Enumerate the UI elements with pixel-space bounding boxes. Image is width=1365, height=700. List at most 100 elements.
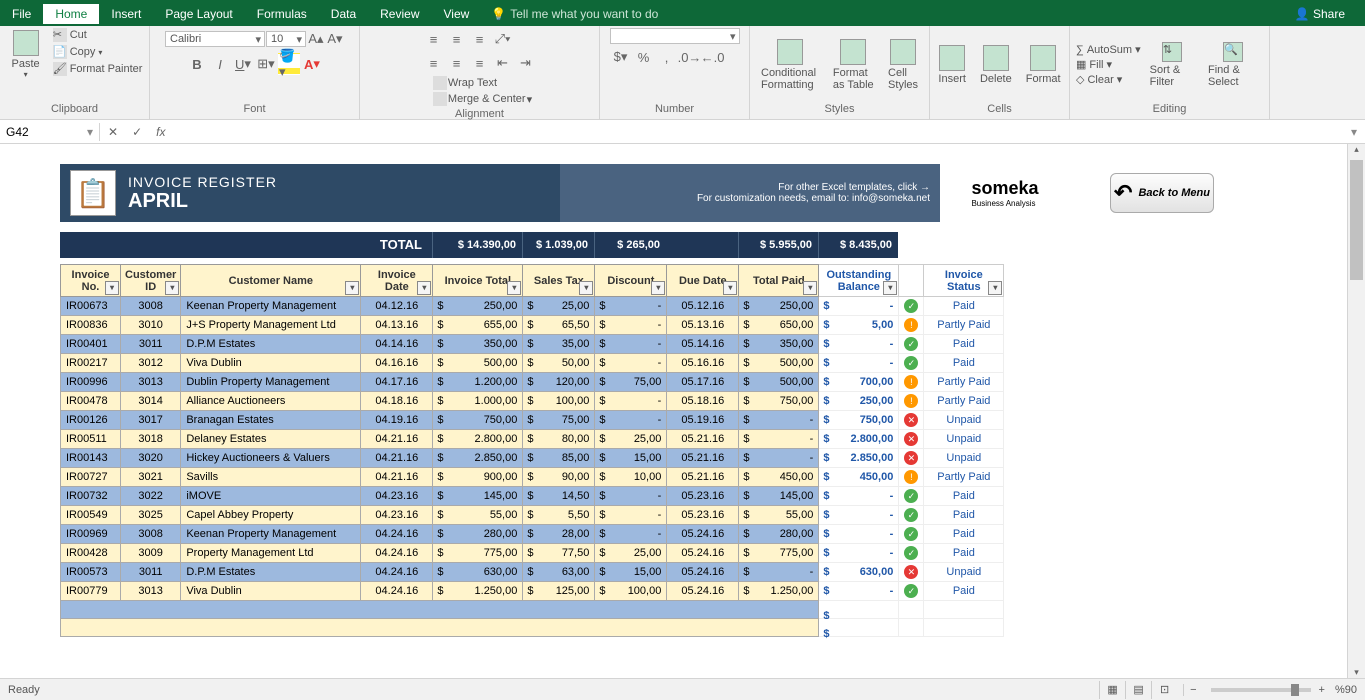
- cell-customer-id[interactable]: 3022: [121, 487, 181, 506]
- cell-invoice-date[interactable]: 04.14.16: [361, 335, 433, 354]
- cell-invoice-status[interactable]: Paid: [924, 354, 1004, 373]
- cell-total-paid[interactable]: 55,00: [739, 506, 819, 525]
- cell-sales-tax[interactable]: 120,00: [523, 373, 595, 392]
- cell-customer-name[interactable]: J+S Property Management Ltd: [181, 316, 361, 335]
- align-left[interactable]: ≡: [423, 52, 445, 74]
- cell-sales-tax[interactable]: 63,00: [523, 563, 595, 582]
- cell-invoice-date[interactable]: 04.16.16: [361, 354, 433, 373]
- cell-invoice-no[interactable]: IR00126: [61, 411, 121, 430]
- increase-font-button[interactable]: A▴: [307, 28, 325, 50]
- bold-button[interactable]: B: [186, 53, 208, 75]
- merge-center-button[interactable]: Merge & Center▾: [433, 92, 532, 106]
- cell-invoice-date[interactable]: 04.21.16: [361, 468, 433, 487]
- cell-invoice-total[interactable]: 1.200,00: [433, 373, 523, 392]
- formula-input[interactable]: [175, 125, 1339, 139]
- cell-invoice-status[interactable]: Partly Paid: [924, 316, 1004, 335]
- cell-invoice-total[interactable]: 1.250,00: [433, 582, 523, 601]
- cell-total-paid[interactable]: 280,00: [739, 525, 819, 544]
- cell-outstanding-balance[interactable]: 2.800,00: [819, 430, 899, 449]
- cell-customer-name[interactable]: D.P.M Estates: [181, 563, 361, 582]
- cell-due-date[interactable]: 05.21.16: [667, 449, 739, 468]
- cell-customer-id[interactable]: 3021: [121, 468, 181, 487]
- cell-discount[interactable]: -: [595, 487, 667, 506]
- name-box[interactable]: G42▾: [0, 123, 100, 141]
- cell-invoice-total[interactable]: 350,00: [433, 335, 523, 354]
- cell-customer-id[interactable]: 3008: [121, 525, 181, 544]
- format-as-table-button[interactable]: Format as Table: [828, 37, 879, 93]
- cell-total-paid[interactable]: 750,00: [739, 392, 819, 411]
- table-row[interactable]: IR009963013Dublin Property Management04.…: [61, 373, 1004, 392]
- filter-icon[interactable]: ▾: [417, 281, 431, 295]
- cell-invoice-no[interactable]: IR00969: [61, 525, 121, 544]
- cell-customer-name[interactable]: Viva Dublin: [181, 582, 361, 601]
- cell-invoice-date[interactable]: 04.24.16: [361, 525, 433, 544]
- cell-total-paid[interactable]: 500,00: [739, 373, 819, 392]
- cell-customer-name[interactable]: Keenan Property Management: [181, 525, 361, 544]
- find-select-button[interactable]: 🔍Find & Select: [1203, 40, 1263, 90]
- table-row[interactable]: IR001263017Branagan Estates04.19.16750,0…: [61, 411, 1004, 430]
- cell-sales-tax[interactable]: 5,50: [523, 506, 595, 525]
- cell-discount[interactable]: 75,00: [595, 373, 667, 392]
- font-size-select[interactable]: 10: [266, 31, 306, 47]
- cell-invoice-total[interactable]: 145,00: [433, 487, 523, 506]
- cell-total-paid[interactable]: 775,00: [739, 544, 819, 563]
- cell-total-paid[interactable]: 650,00: [739, 316, 819, 335]
- font-color-button[interactable]: A▾: [301, 53, 323, 75]
- header-date[interactable]: Invoice Date▾: [361, 265, 433, 297]
- cell-invoice-status[interactable]: Unpaid: [924, 411, 1004, 430]
- menu-formulas[interactable]: Formulas: [245, 4, 319, 24]
- cell-invoice-total[interactable]: 900,00: [433, 468, 523, 487]
- table-row[interactable]: IR009693008Keenan Property Management04.…: [61, 525, 1004, 544]
- cell-outstanding-balance[interactable]: 2.850,00: [819, 449, 899, 468]
- enter-formula-icon[interactable]: ✓: [128, 125, 146, 139]
- view-layout-icon[interactable]: ▤: [1125, 681, 1151, 699]
- decrease-font-button[interactable]: A▾: [326, 28, 344, 50]
- italic-button[interactable]: I: [209, 53, 231, 75]
- cell-styles-button[interactable]: Cell Styles: [883, 37, 923, 93]
- menu-home[interactable]: Home: [43, 4, 99, 24]
- filter-icon[interactable]: ▾: [579, 281, 593, 295]
- cell-due-date[interactable]: 05.21.16: [667, 468, 739, 487]
- cell-outstanding-balance[interactable]: -: [819, 487, 899, 506]
- worksheet-area[interactable]: INVOICE REGISTER APRIL For other Excel t…: [0, 144, 1365, 684]
- cell-invoice-date[interactable]: 04.24.16: [361, 544, 433, 563]
- cell-customer-id[interactable]: 3011: [121, 563, 181, 582]
- cell-customer-id[interactable]: 3010: [121, 316, 181, 335]
- delete-cells-button[interactable]: Delete: [975, 43, 1017, 87]
- cell-total-paid[interactable]: 350,00: [739, 335, 819, 354]
- cell-sales-tax[interactable]: 65,50: [523, 316, 595, 335]
- cell-due-date[interactable]: 05.12.16: [667, 297, 739, 316]
- cell-invoice-total[interactable]: 250,00: [433, 297, 523, 316]
- cell-invoice-status[interactable]: Paid: [924, 544, 1004, 563]
- underline-button[interactable]: U▾: [232, 53, 254, 75]
- cell-outstanding-balance[interactable]: -: [819, 506, 899, 525]
- cell-discount[interactable]: -: [595, 525, 667, 544]
- border-button[interactable]: ⊞▾: [255, 53, 277, 75]
- cell-due-date[interactable]: 05.23.16: [667, 487, 739, 506]
- currency-button[interactable]: $▾: [610, 46, 632, 68]
- menu-file[interactable]: File: [0, 4, 43, 24]
- cell-customer-id[interactable]: 3013: [121, 373, 181, 392]
- cell-discount[interactable]: -: [595, 297, 667, 316]
- cell-customer-name[interactable]: Capel Abbey Property: [181, 506, 361, 525]
- cell-customer-name[interactable]: iMOVE: [181, 487, 361, 506]
- table-row[interactable]: IR004013011D.P.M Estates04.14.16350,0035…: [61, 335, 1004, 354]
- cell-invoice-total[interactable]: 775,00: [433, 544, 523, 563]
- header-disc[interactable]: Discount▾: [595, 265, 667, 297]
- orientation[interactable]: ⤢▾: [492, 28, 514, 50]
- cell-invoice-date[interactable]: 04.12.16: [361, 297, 433, 316]
- cell-outstanding-balance[interactable]: -: [819, 582, 899, 601]
- cell-due-date[interactable]: 05.13.16: [667, 316, 739, 335]
- filter-icon[interactable]: ▾: [723, 281, 737, 295]
- cell-customer-id[interactable]: 3013: [121, 582, 181, 601]
- cell-invoice-status[interactable]: Paid: [924, 582, 1004, 601]
- cell-invoice-date[interactable]: 04.18.16: [361, 392, 433, 411]
- table-row[interactable]: IR005113018Delaney Estates04.21.162.800,…: [61, 430, 1004, 449]
- filter-icon[interactable]: ▾: [651, 281, 665, 295]
- cell-sales-tax[interactable]: 35,00: [523, 335, 595, 354]
- cell-due-date[interactable]: 05.21.16: [667, 430, 739, 449]
- cell-outstanding-balance[interactable]: -: [819, 544, 899, 563]
- cell-invoice-no[interactable]: IR00779: [61, 582, 121, 601]
- cell-due-date[interactable]: 05.17.16: [667, 373, 739, 392]
- cell-customer-name[interactable]: Branagan Estates: [181, 411, 361, 430]
